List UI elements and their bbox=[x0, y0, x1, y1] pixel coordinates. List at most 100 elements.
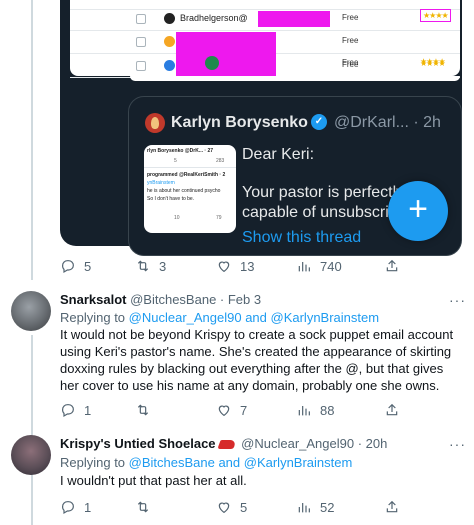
thumb-stat: 283 bbox=[216, 158, 225, 164]
reply-icon bbox=[62, 501, 74, 515]
redaction-block bbox=[176, 32, 276, 76]
like-count: 13 bbox=[240, 258, 255, 274]
replying-to-links[interactable]: @BitchesBane and @KarlynBrainstem bbox=[129, 455, 353, 470]
views-chart-icon bbox=[298, 503, 310, 513]
thumb-divider bbox=[144, 167, 236, 168]
view-count: 740 bbox=[320, 258, 342, 274]
thread-line-bottom bbox=[31, 335, 33, 525]
views-button[interactable]: 740 bbox=[296, 256, 342, 276]
row-status: Free bbox=[342, 13, 359, 22]
replying-to: Replying to @Nuclear_Angel90 and @Karlyn… bbox=[60, 310, 379, 325]
row-status: Free bbox=[342, 36, 359, 45]
row-rating: ★★★★ bbox=[420, 9, 451, 22]
avatar[interactable] bbox=[11, 291, 51, 331]
retweet-button[interactable]: 3 bbox=[135, 256, 166, 276]
thumb-stat: 10 bbox=[174, 215, 180, 221]
quoted-avatar bbox=[145, 113, 165, 133]
views-chart-icon bbox=[298, 262, 310, 272]
contact-avatar-dot bbox=[164, 60, 175, 71]
heart-icon bbox=[218, 405, 230, 417]
view-count: 52 bbox=[320, 499, 335, 515]
avatar[interactable] bbox=[11, 435, 51, 475]
retweet-icon bbox=[137, 501, 149, 513]
thumb-stat: 5 bbox=[174, 158, 177, 164]
like-button[interactable]: 7 bbox=[216, 400, 247, 420]
reply-count: 5 bbox=[84, 258, 92, 274]
replying-to-links[interactable]: @Nuclear_Angel90 and @KarlynBrainstem bbox=[129, 310, 379, 325]
view-count: 88 bbox=[320, 402, 335, 418]
like-count: 5 bbox=[240, 499, 248, 515]
tweet-actions: 1 7 88 bbox=[60, 400, 460, 420]
row-checkbox bbox=[136, 14, 146, 24]
replying-to: Replying to @BitchesBane and @KarlynBrai… bbox=[60, 455, 352, 470]
contact-avatar-dot bbox=[164, 13, 175, 24]
share-icon bbox=[386, 259, 398, 272]
share-icon bbox=[386, 500, 398, 513]
thumb-stat: 79 bbox=[216, 215, 222, 221]
like-count: 7 bbox=[240, 402, 248, 418]
tweet-header: Krispy's Untied Shoelace @Nuclear_Angel9… bbox=[60, 436, 387, 451]
views-button[interactable]: 88 bbox=[296, 400, 334, 420]
author-handle-time[interactable]: @Nuclear_Angel90 · 20h bbox=[241, 436, 387, 451]
row-rating: ★★★★ bbox=[420, 57, 446, 66]
quoted-author-name: Karlyn Borysenko bbox=[171, 114, 308, 131]
reply-button[interactable]: 1 bbox=[60, 497, 91, 517]
sheet-bottom-row bbox=[130, 76, 460, 81]
replying-prefix: Replying to bbox=[60, 310, 129, 325]
like-button[interactable]: 5 bbox=[216, 497, 247, 517]
tweet-text: I wouldn't put that past her at all. bbox=[60, 473, 247, 488]
retweet-icon bbox=[137, 260, 149, 272]
shoe-emoji-icon bbox=[216, 440, 237, 450]
retweet-icon bbox=[137, 404, 149, 416]
views-chart-icon bbox=[298, 406, 310, 416]
reply-icon bbox=[62, 260, 74, 274]
tweet-actions: 1 5 52 bbox=[60, 497, 460, 517]
tweet-header: Snarksalot @BitchesBane · Feb 3 bbox=[60, 292, 261, 307]
row-checkbox bbox=[136, 61, 146, 71]
share-icon bbox=[386, 403, 398, 416]
author-handle-time[interactable]: @BitchesBane · Feb 3 bbox=[130, 292, 261, 307]
thumb-text: So I don't have to be. bbox=[147, 196, 195, 202]
thumb-text: rlyn Borysenko @DrK... · 27 bbox=[147, 148, 214, 154]
like-button[interactable]: 13 bbox=[216, 256, 254, 276]
contact-avatar-dot bbox=[164, 36, 175, 47]
reply-icon bbox=[62, 404, 74, 418]
share-button[interactable] bbox=[384, 400, 408, 420]
verified-badge-icon: ✓ bbox=[311, 114, 327, 130]
tweet-text: It would not be beyond Krispy to create … bbox=[60, 327, 454, 393]
thumb-text: ynBrainstem bbox=[147, 180, 175, 186]
more-options-icon[interactable]: ··· bbox=[449, 292, 466, 308]
thumb-text: he is about her continued psycho bbox=[147, 188, 221, 194]
quoted-thumbnail-image: rlyn Borysenko @DrK... · 27 5 283 progra… bbox=[144, 145, 236, 233]
share-button[interactable] bbox=[384, 256, 408, 276]
retweet-count: 3 bbox=[159, 258, 167, 274]
author-name[interactable]: Snarksalot bbox=[60, 292, 126, 307]
retweet-button[interactable] bbox=[135, 400, 159, 420]
reply-count: 1 bbox=[84, 499, 92, 515]
spreadsheet-screenshot: Bradhelgerson@ Free ★★★★ Free Free ★★★★ bbox=[70, 0, 460, 78]
compose-tweet-button[interactable]: + bbox=[388, 181, 448, 241]
contact-avatar-dot bbox=[205, 56, 219, 70]
heart-icon bbox=[218, 502, 230, 514]
reply-count: 1 bbox=[84, 402, 92, 418]
thumb-text: programmed @RealKeriSmith · 2 bbox=[147, 172, 226, 178]
row-status: Free bbox=[342, 58, 359, 67]
redaction-bar bbox=[258, 11, 330, 27]
reply-button[interactable]: 1 bbox=[60, 400, 91, 420]
more-options-icon[interactable]: ··· bbox=[449, 436, 466, 452]
thread-line-top bbox=[31, 0, 33, 280]
share-button[interactable] bbox=[384, 497, 408, 517]
author-name[interactable]: Krispy's Untied Shoelace bbox=[60, 436, 216, 451]
replying-prefix: Replying to bbox=[60, 455, 129, 470]
quoted-handle-time: @DrKarl... · 2h bbox=[334, 114, 441, 131]
row-email: Bradhelgerson@ bbox=[180, 13, 248, 23]
quoted-text-line: Dear Keri: bbox=[242, 146, 315, 163]
tweet-actions: 5 3 13 740 bbox=[60, 256, 460, 276]
retweet-button[interactable] bbox=[135, 497, 159, 517]
reply-button[interactable]: 5 bbox=[60, 256, 91, 276]
sheet-row: Bradhelgerson@ Free ★★★★ bbox=[70, 7, 460, 31]
show-thread-link[interactable]: Show this thread bbox=[242, 229, 361, 247]
views-button[interactable]: 52 bbox=[296, 497, 334, 517]
heart-icon bbox=[218, 261, 230, 273]
row-checkbox bbox=[136, 37, 146, 47]
